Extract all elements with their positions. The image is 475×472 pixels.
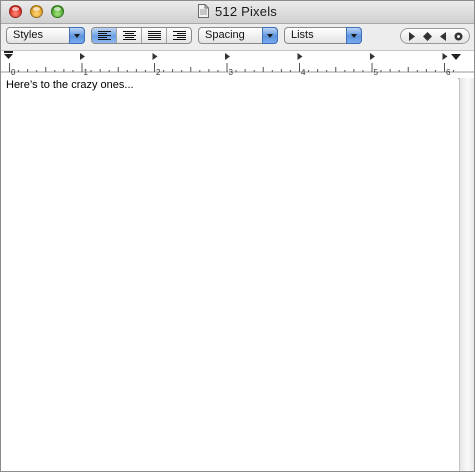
lists-popup-label: Lists [291,29,314,41]
ruler-label: 4 [301,68,306,77]
document-icon[interactable] [198,4,209,18]
window-title-area: 512 Pixels [1,4,474,19]
lists-popup[interactable]: Lists [284,27,362,44]
align-justify-button[interactable] [142,28,167,43]
styles-popup-label: Styles [13,29,43,41]
align-left-icon [97,31,111,40]
window-title: 512 Pixels [215,4,277,19]
diamond-tab-icon[interactable] [422,31,432,41]
ruler-label: 0 [11,68,16,77]
title-bar[interactable]: 512 Pixels [1,1,474,24]
align-justify-icon [147,31,161,40]
spacing-popup-label: Spacing [205,29,245,41]
ruler-label: 2 [156,68,161,77]
align-center-button[interactable] [117,28,142,43]
previous-tab-icon[interactable] [439,31,447,41]
decimal-tab-icon[interactable] [454,32,463,41]
document-window: 512 Pixels Styles Spacing Lists 0 1 2 3 … [0,0,475,472]
ruler-scale: 0 1 2 3 4 5 6 [1,51,474,77]
vertical-scrollbar[interactable] [459,78,474,471]
chevron-down-icon [346,27,362,44]
ruler-label: 5 [374,68,379,77]
tab-stop-marker[interactable] [152,53,158,60]
left-indent-marker[interactable] [4,51,13,53]
align-right-button[interactable] [167,28,191,43]
tab-stop-controls [400,28,470,44]
align-right-icon [172,31,186,40]
ruler-label: 6 [446,68,451,77]
tab-stop-marker[interactable] [442,53,448,60]
chevron-down-icon [262,27,278,44]
styles-popup[interactable]: Styles [6,27,85,44]
document-text[interactable]: Here’s to the crazy ones... [6,79,134,91]
alignment-control [91,27,192,44]
first-line-indent-marker[interactable] [4,54,13,59]
tab-stop-marker[interactable] [80,53,85,60]
tab-stop-marker[interactable] [297,53,303,60]
format-toolbar: Styles Spacing Lists [1,24,474,50]
tab-stop-marker[interactable] [370,53,375,60]
align-left-button[interactable] [92,28,117,43]
right-margin-marker[interactable] [451,54,461,60]
ruler[interactable]: 0 1 2 3 4 5 6 [1,50,474,79]
next-tab-icon[interactable] [408,31,416,41]
text-editor-area[interactable]: Here’s to the crazy ones... [1,78,458,471]
chevron-down-icon [69,27,85,44]
ruler-label: 1 [84,68,89,77]
tab-stop-marker[interactable] [225,53,230,60]
spacing-popup[interactable]: Spacing [198,27,278,44]
ruler-label: 3 [229,68,234,77]
align-center-icon [122,31,136,40]
